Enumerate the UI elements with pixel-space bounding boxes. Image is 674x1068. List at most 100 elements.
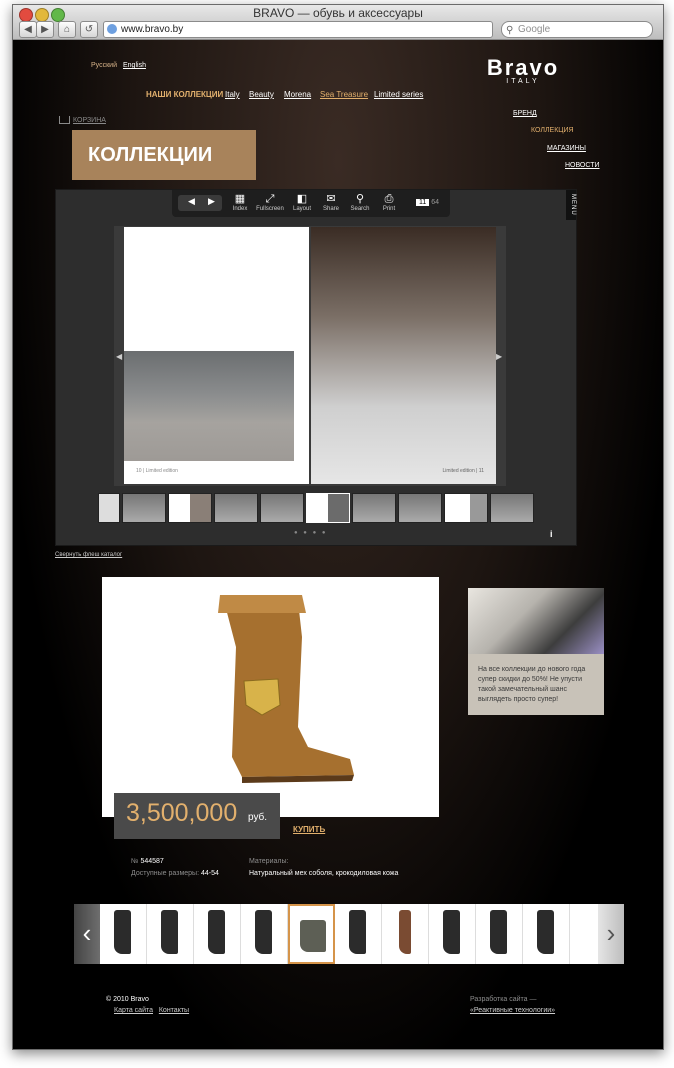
footer-copyright: © 2010 Bravo bbox=[106, 996, 149, 1003]
search-field[interactable]: ⚲ Google bbox=[501, 21, 653, 38]
boot-thumbnail bbox=[443, 910, 460, 954]
left-page[interactable]: 10 | Limited edition bbox=[124, 227, 309, 484]
cart-link[interactable]: КОРЗИНА bbox=[59, 116, 106, 124]
layout-button[interactable]: ◧ Layout bbox=[288, 192, 316, 212]
product-sizes-value: 44-54 bbox=[200, 870, 219, 877]
nav-limited-series[interactable]: Limited series bbox=[374, 90, 423, 99]
layout-label: Layout bbox=[292, 206, 311, 212]
address-bar[interactable]: www.bravo.by bbox=[103, 21, 493, 38]
search-placeholder: Google bbox=[518, 24, 551, 35]
carousel-next-button[interactable]: › bbox=[598, 904, 624, 964]
page-content: Русский English Bravo ITALY НАШИ КОЛЛЕКЦ… bbox=[13, 40, 663, 1049]
forward-button[interactable]: ▶ bbox=[36, 21, 54, 38]
page-thumbnail[interactable] bbox=[490, 493, 534, 523]
search-button[interactable]: ⚲ Search bbox=[346, 192, 374, 212]
promo-sneakers-image bbox=[468, 588, 604, 654]
fullscreen-label: Fullscreen bbox=[256, 206, 284, 212]
nav-beauty[interactable]: Beauty bbox=[249, 90, 274, 99]
carousel-item[interactable] bbox=[523, 904, 570, 964]
page-thumbnail[interactable] bbox=[444, 493, 488, 523]
carousel-item[interactable] bbox=[241, 904, 288, 964]
book-prev-icon[interactable]: ◀ bbox=[116, 352, 122, 361]
carousel-item[interactable] bbox=[194, 904, 241, 964]
side-nav-brand[interactable]: БРЕНД bbox=[513, 110, 537, 117]
share-icon: ✉ bbox=[326, 193, 336, 205]
contacts-link[interactable]: Контакты bbox=[159, 1007, 189, 1014]
buy-button[interactable]: КУПИТЬ bbox=[293, 825, 325, 834]
page-arrows: ◀ ▶ bbox=[178, 195, 222, 211]
nav-our-collections[interactable]: НАШИ КОЛЛЕКЦИИ bbox=[146, 90, 223, 99]
product-materials-value: Натуральный мех соболя, крокодиловая кож… bbox=[249, 870, 398, 877]
product-number-label: № bbox=[131, 858, 139, 865]
next-page-button[interactable]: ▶ bbox=[208, 196, 215, 207]
open-book[interactable]: 10 | Limited edition Limited edition | 1… bbox=[114, 226, 506, 486]
index-button[interactable]: ▦ Index bbox=[226, 192, 254, 212]
book-next-icon[interactable]: ▶ bbox=[496, 352, 502, 361]
nav-italy[interactable]: Italy bbox=[225, 90, 240, 99]
index-label: Index bbox=[232, 206, 248, 212]
boot-thumbnail bbox=[490, 910, 507, 954]
lang-english-link[interactable]: English bbox=[123, 62, 146, 69]
magnifier-icon: ⚲ bbox=[355, 193, 365, 205]
fullscreen-button[interactable]: ⤢ Fullscreen bbox=[256, 192, 284, 212]
boot-thumbnail bbox=[114, 910, 131, 954]
reload-button[interactable]: ↺ bbox=[80, 21, 98, 38]
page-thumbnail-selected[interactable] bbox=[306, 493, 350, 523]
carousel-item[interactable] bbox=[429, 904, 476, 964]
boot-thumbnail bbox=[399, 910, 411, 954]
boots-street-photo bbox=[124, 351, 294, 461]
product-sizes-label: Доступные размеры: bbox=[131, 870, 200, 877]
right-page-footer: Limited edition | 11 bbox=[442, 468, 484, 474]
carousel-item[interactable] bbox=[335, 904, 382, 964]
carousel-item[interactable] bbox=[382, 904, 429, 964]
page-thumbnail[interactable] bbox=[260, 493, 304, 523]
menu-tab[interactable]: MENU bbox=[566, 190, 576, 220]
sitemap-link[interactable]: Карта сайта bbox=[114, 1007, 153, 1014]
page-thumbnail[interactable] bbox=[122, 493, 166, 523]
viewer-toolbar: ◀ ▶ ▦ Index ⤢ Fullscreen ◧ Layout ✉ Share ⚲ S… bbox=[172, 190, 450, 217]
back-button[interactable]: ◀ bbox=[19, 21, 37, 38]
share-button[interactable]: ✉ Share bbox=[317, 192, 345, 212]
bravo-logo[interactable]: Bravo ITALY bbox=[480, 56, 566, 86]
globe-icon bbox=[107, 24, 117, 34]
catalog-viewer[interactable]: ◀ ▶ ▦ Index ⤢ Fullscreen ◧ Layout ✉ Share ⚲ S… bbox=[55, 189, 577, 546]
page-current[interactable]: 11 bbox=[416, 199, 430, 206]
price-value: 3,500,000 bbox=[126, 799, 238, 827]
nav-morena[interactable]: Morena bbox=[284, 90, 311, 99]
page-thumbnail[interactable] bbox=[352, 493, 396, 523]
print-icon: ⎙ bbox=[384, 193, 394, 205]
page-thumbnail[interactable] bbox=[214, 493, 258, 523]
product-carousel: ‹ › bbox=[74, 904, 624, 964]
carousel-item[interactable] bbox=[476, 904, 523, 964]
nav-sea-treasure[interactable]: Sea Treasure bbox=[320, 90, 368, 99]
carousel-item[interactable] bbox=[147, 904, 194, 964]
boot-thumbnail bbox=[349, 910, 366, 954]
materials-value-text: Натуральный мех соболя, крокодиловая кож… bbox=[249, 870, 399, 877]
page-thumbnail[interactable] bbox=[168, 493, 212, 523]
home-button[interactable]: ⌂ bbox=[58, 21, 76, 38]
product-materials-label: Материалы: bbox=[249, 858, 288, 865]
section-title: КОЛЛЕКЦИИ bbox=[72, 130, 256, 180]
prev-page-button[interactable]: ◀ bbox=[188, 196, 195, 207]
collapse-catalog-link[interactable]: Свернуть флеш каталог bbox=[55, 552, 122, 558]
side-nav-news[interactable]: НОВОСТИ bbox=[565, 162, 600, 169]
product-sizes: Доступные размеры: 44-54 bbox=[131, 870, 219, 877]
carousel-item-selected[interactable] bbox=[288, 904, 335, 964]
window-title: BRAVO — обувь и аксессуары bbox=[253, 6, 423, 20]
boot-illustration bbox=[218, 595, 354, 783]
developer-link[interactable]: «Реактивные технологии» bbox=[470, 1007, 555, 1014]
boot-thumbnail bbox=[161, 910, 178, 954]
promo-banner[interactable]: На все коллекции до нового года супер ск… bbox=[468, 588, 604, 715]
carousel-item[interactable] bbox=[100, 904, 147, 964]
thumbnail-pager-dots[interactable]: ● ● ● ● bbox=[294, 530, 328, 536]
page-thumbnail[interactable] bbox=[98, 493, 120, 523]
lang-russian-link[interactable]: Русский bbox=[91, 62, 117, 69]
info-icon[interactable]: i bbox=[550, 529, 553, 539]
print-button[interactable]: ⎙ Print bbox=[375, 192, 403, 212]
right-page[interactable]: Limited edition | 11 bbox=[311, 227, 496, 484]
side-nav-shops[interactable]: МАГАЗИНЫ bbox=[547, 145, 586, 152]
product-number: № 544587 bbox=[131, 858, 164, 865]
side-nav-collection[interactable]: КОЛЛЕКЦИЯ bbox=[531, 127, 574, 134]
carousel-prev-button[interactable]: ‹ bbox=[74, 904, 100, 964]
page-thumbnail[interactable] bbox=[398, 493, 442, 523]
